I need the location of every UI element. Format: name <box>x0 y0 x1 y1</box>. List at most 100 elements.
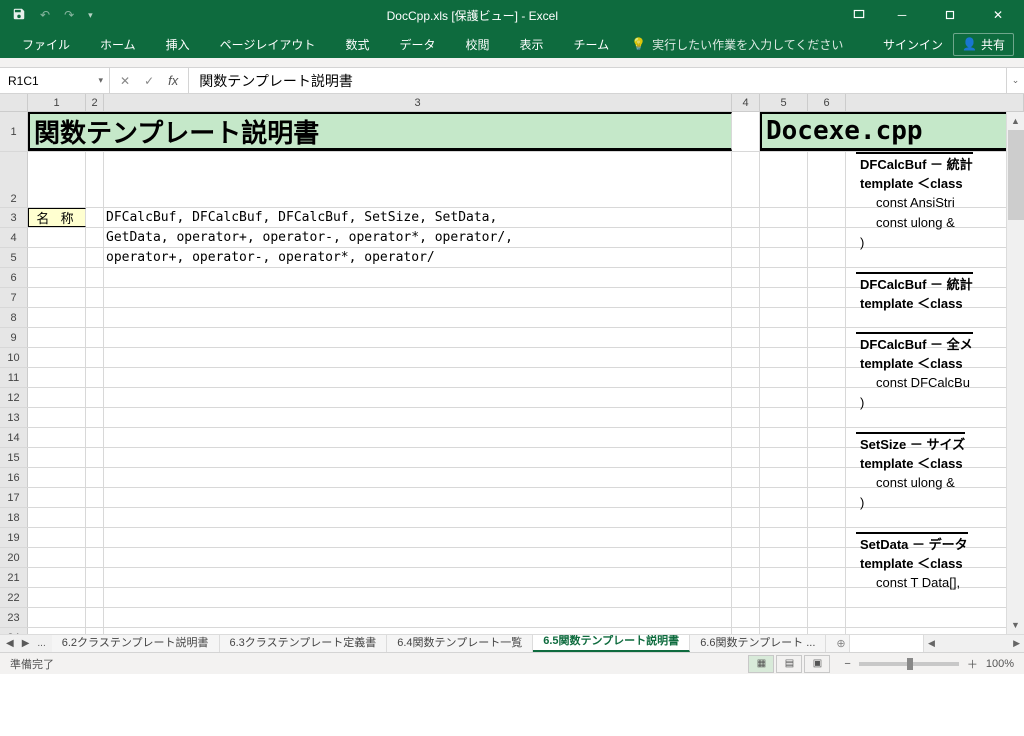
sheet-nav-ellipsis[interactable]: ... <box>37 638 45 649</box>
maximize-button[interactable] <box>928 0 972 30</box>
cell[interactable] <box>760 508 808 527</box>
scroll-left-icon[interactable]: ◀ <box>928 638 935 649</box>
cell[interactable] <box>732 112 760 151</box>
cell[interactable] <box>86 448 104 467</box>
cell[interactable] <box>28 588 86 607</box>
zoom-out-button[interactable]: − <box>844 658 850 670</box>
cell[interactable] <box>732 208 760 227</box>
cell[interactable] <box>104 628 732 634</box>
row-header[interactable]: 3 <box>0 208 28 227</box>
sheet-nav-first-icon[interactable]: ◀ <box>6 638 14 649</box>
cell[interactable] <box>732 528 760 547</box>
col-header[interactable]: 4 <box>732 94 760 111</box>
col-header[interactable]: 6 <box>808 94 846 111</box>
cell[interactable] <box>104 288 732 307</box>
cell[interactable] <box>86 368 104 387</box>
cell[interactable] <box>732 152 760 207</box>
cell[interactable] <box>104 588 732 607</box>
scroll-up-icon[interactable]: ▲ <box>1007 112 1024 130</box>
row-header[interactable]: 1 <box>0 112 28 151</box>
cell[interactable] <box>760 428 808 447</box>
scroll-down-icon[interactable]: ▼ <box>1007 616 1024 634</box>
cell[interactable] <box>732 248 760 267</box>
cell[interactable] <box>732 468 760 487</box>
cell[interactable] <box>86 528 104 547</box>
cell[interactable] <box>808 568 846 587</box>
cell[interactable] <box>28 608 86 627</box>
cell[interactable] <box>86 588 104 607</box>
cell[interactable] <box>28 248 86 267</box>
cell[interactable] <box>28 388 86 407</box>
signin-link[interactable]: サインイン <box>883 36 943 53</box>
cell[interactable] <box>760 208 808 227</box>
cell[interactable] <box>760 568 808 587</box>
cell[interactable] <box>760 228 808 247</box>
cell[interactable] <box>760 408 808 427</box>
cell[interactable] <box>732 228 760 247</box>
cell[interactable] <box>760 368 808 387</box>
sheet-nav[interactable]: ◀ ▶ ... <box>0 635 52 652</box>
cell[interactable] <box>808 468 846 487</box>
share-button[interactable]: 👤 共有 <box>953 33 1014 56</box>
cell[interactable] <box>760 328 808 347</box>
cell[interactable] <box>760 488 808 507</box>
row-header[interactable]: 14 <box>0 428 28 447</box>
cell[interactable] <box>28 268 86 287</box>
cell[interactable] <box>104 368 732 387</box>
cell[interactable] <box>86 408 104 427</box>
cell[interactable] <box>732 388 760 407</box>
tab-review[interactable]: 校閲 <box>451 32 503 56</box>
row-header[interactable]: 4 <box>0 228 28 247</box>
row-header[interactable]: 15 <box>0 448 28 467</box>
col-header[interactable]: 5 <box>760 94 808 111</box>
cell[interactable] <box>732 448 760 467</box>
cell[interactable] <box>28 548 86 567</box>
cell[interactable] <box>86 308 104 327</box>
row-header[interactable]: 24 <box>0 628 28 634</box>
sheet-tab[interactable]: 6.2クラステンプレート説明書 <box>52 635 220 652</box>
grid-body[interactable]: 1 関数テンプレート説明書 Docexe.cpp 2 3 名 称 DFCalcB… <box>0 112 1024 634</box>
cell[interactable] <box>28 508 86 527</box>
zoom-in-button[interactable]: ＋ <box>967 656 978 672</box>
cell[interactable] <box>104 488 732 507</box>
cell[interactable] <box>28 228 86 247</box>
tab-home[interactable]: ホーム <box>86 32 150 56</box>
formula-expand-icon[interactable]: ⌄ <box>1006 68 1024 93</box>
cell[interactable] <box>760 288 808 307</box>
cell[interactable] <box>760 348 808 367</box>
cell[interactable] <box>104 328 732 347</box>
cell[interactable] <box>86 568 104 587</box>
tab-insert[interactable]: 挿入 <box>152 32 204 56</box>
row-header[interactable]: 21 <box>0 568 28 587</box>
tab-team[interactable]: チーム <box>560 32 624 56</box>
tell-me-search[interactable]: 💡 実行したい作業を入力してください <box>631 36 843 53</box>
cell[interactable] <box>808 208 846 227</box>
cell[interactable] <box>732 548 760 567</box>
cell[interactable] <box>760 548 808 567</box>
zoom-slider-knob[interactable] <box>907 658 913 670</box>
cell[interactable] <box>808 628 846 634</box>
cell[interactable] <box>808 328 846 347</box>
tab-view[interactable]: 表示 <box>505 32 557 56</box>
cell[interactable] <box>28 528 86 547</box>
cell[interactable] <box>732 268 760 287</box>
cell[interactable] <box>28 488 86 507</box>
zoom-slider[interactable] <box>859 662 959 666</box>
row-header[interactable]: 17 <box>0 488 28 507</box>
row-header[interactable]: 19 <box>0 528 28 547</box>
cell[interactable] <box>104 428 732 447</box>
row-header[interactable]: 16 <box>0 468 28 487</box>
cell[interactable] <box>28 368 86 387</box>
cell[interactable] <box>732 608 760 627</box>
cell[interactable] <box>104 268 732 287</box>
cell[interactable] <box>86 508 104 527</box>
cell[interactable] <box>104 448 732 467</box>
cell[interactable] <box>808 388 846 407</box>
cell[interactable] <box>28 308 86 327</box>
sheet-tab[interactable]: 6.3クラステンプレート定義書 <box>220 635 388 652</box>
formula-input[interactable]: 関数テンプレート説明書 <box>189 68 1006 93</box>
row-header[interactable]: 8 <box>0 308 28 327</box>
cell[interactable]: DFCalcBuf, DFCalcBuf, DFCalcBuf, SetSize… <box>104 208 732 227</box>
cell[interactable] <box>732 628 760 634</box>
save-icon[interactable] <box>12 7 26 24</box>
